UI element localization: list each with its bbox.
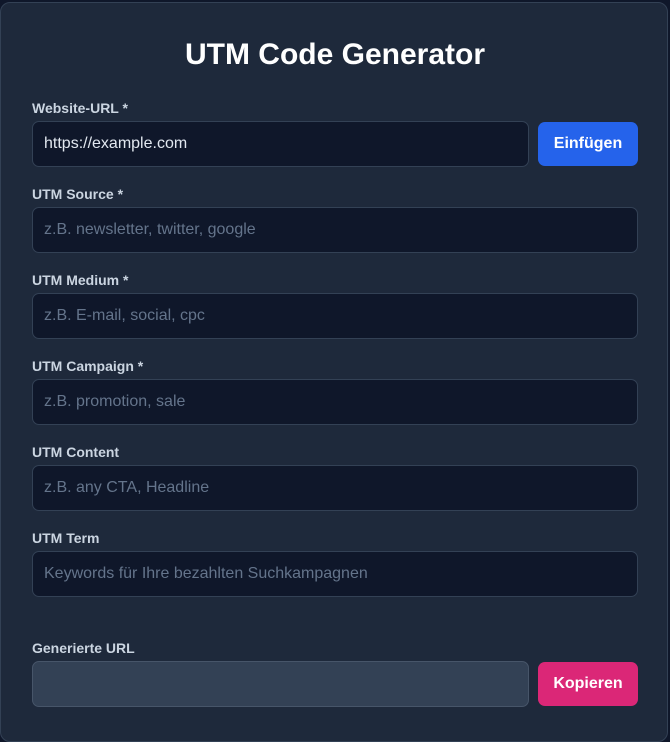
website-url-label: Website-URL * [32,100,128,116]
paste-button[interactable]: Einfügen [538,122,638,166]
utm-generator-card: UTM Code Generator Website-URL * Einfüge… [0,2,668,742]
utm-medium-label: UTM Medium * [32,272,129,288]
utm-medium-input[interactable] [32,293,638,339]
generated-url-output[interactable] [32,661,529,707]
page-title: UTM Code Generator [184,38,486,71]
utm-content-label: UTM Content [32,444,120,460]
utm-term-input[interactable] [32,551,638,597]
utm-content-input[interactable] [32,465,638,511]
utm-source-label: UTM Source * [32,186,124,202]
website-url-input[interactable] [32,121,529,167]
utm-source-input[interactable] [32,207,638,253]
copy-button[interactable]: Kopieren [538,662,638,706]
utm-campaign-input[interactable] [32,379,638,425]
generated-url-label: Generierte URL [32,640,135,656]
utm-term-label: UTM Term [32,530,100,546]
utm-campaign-label: UTM Campaign * [32,358,144,374]
